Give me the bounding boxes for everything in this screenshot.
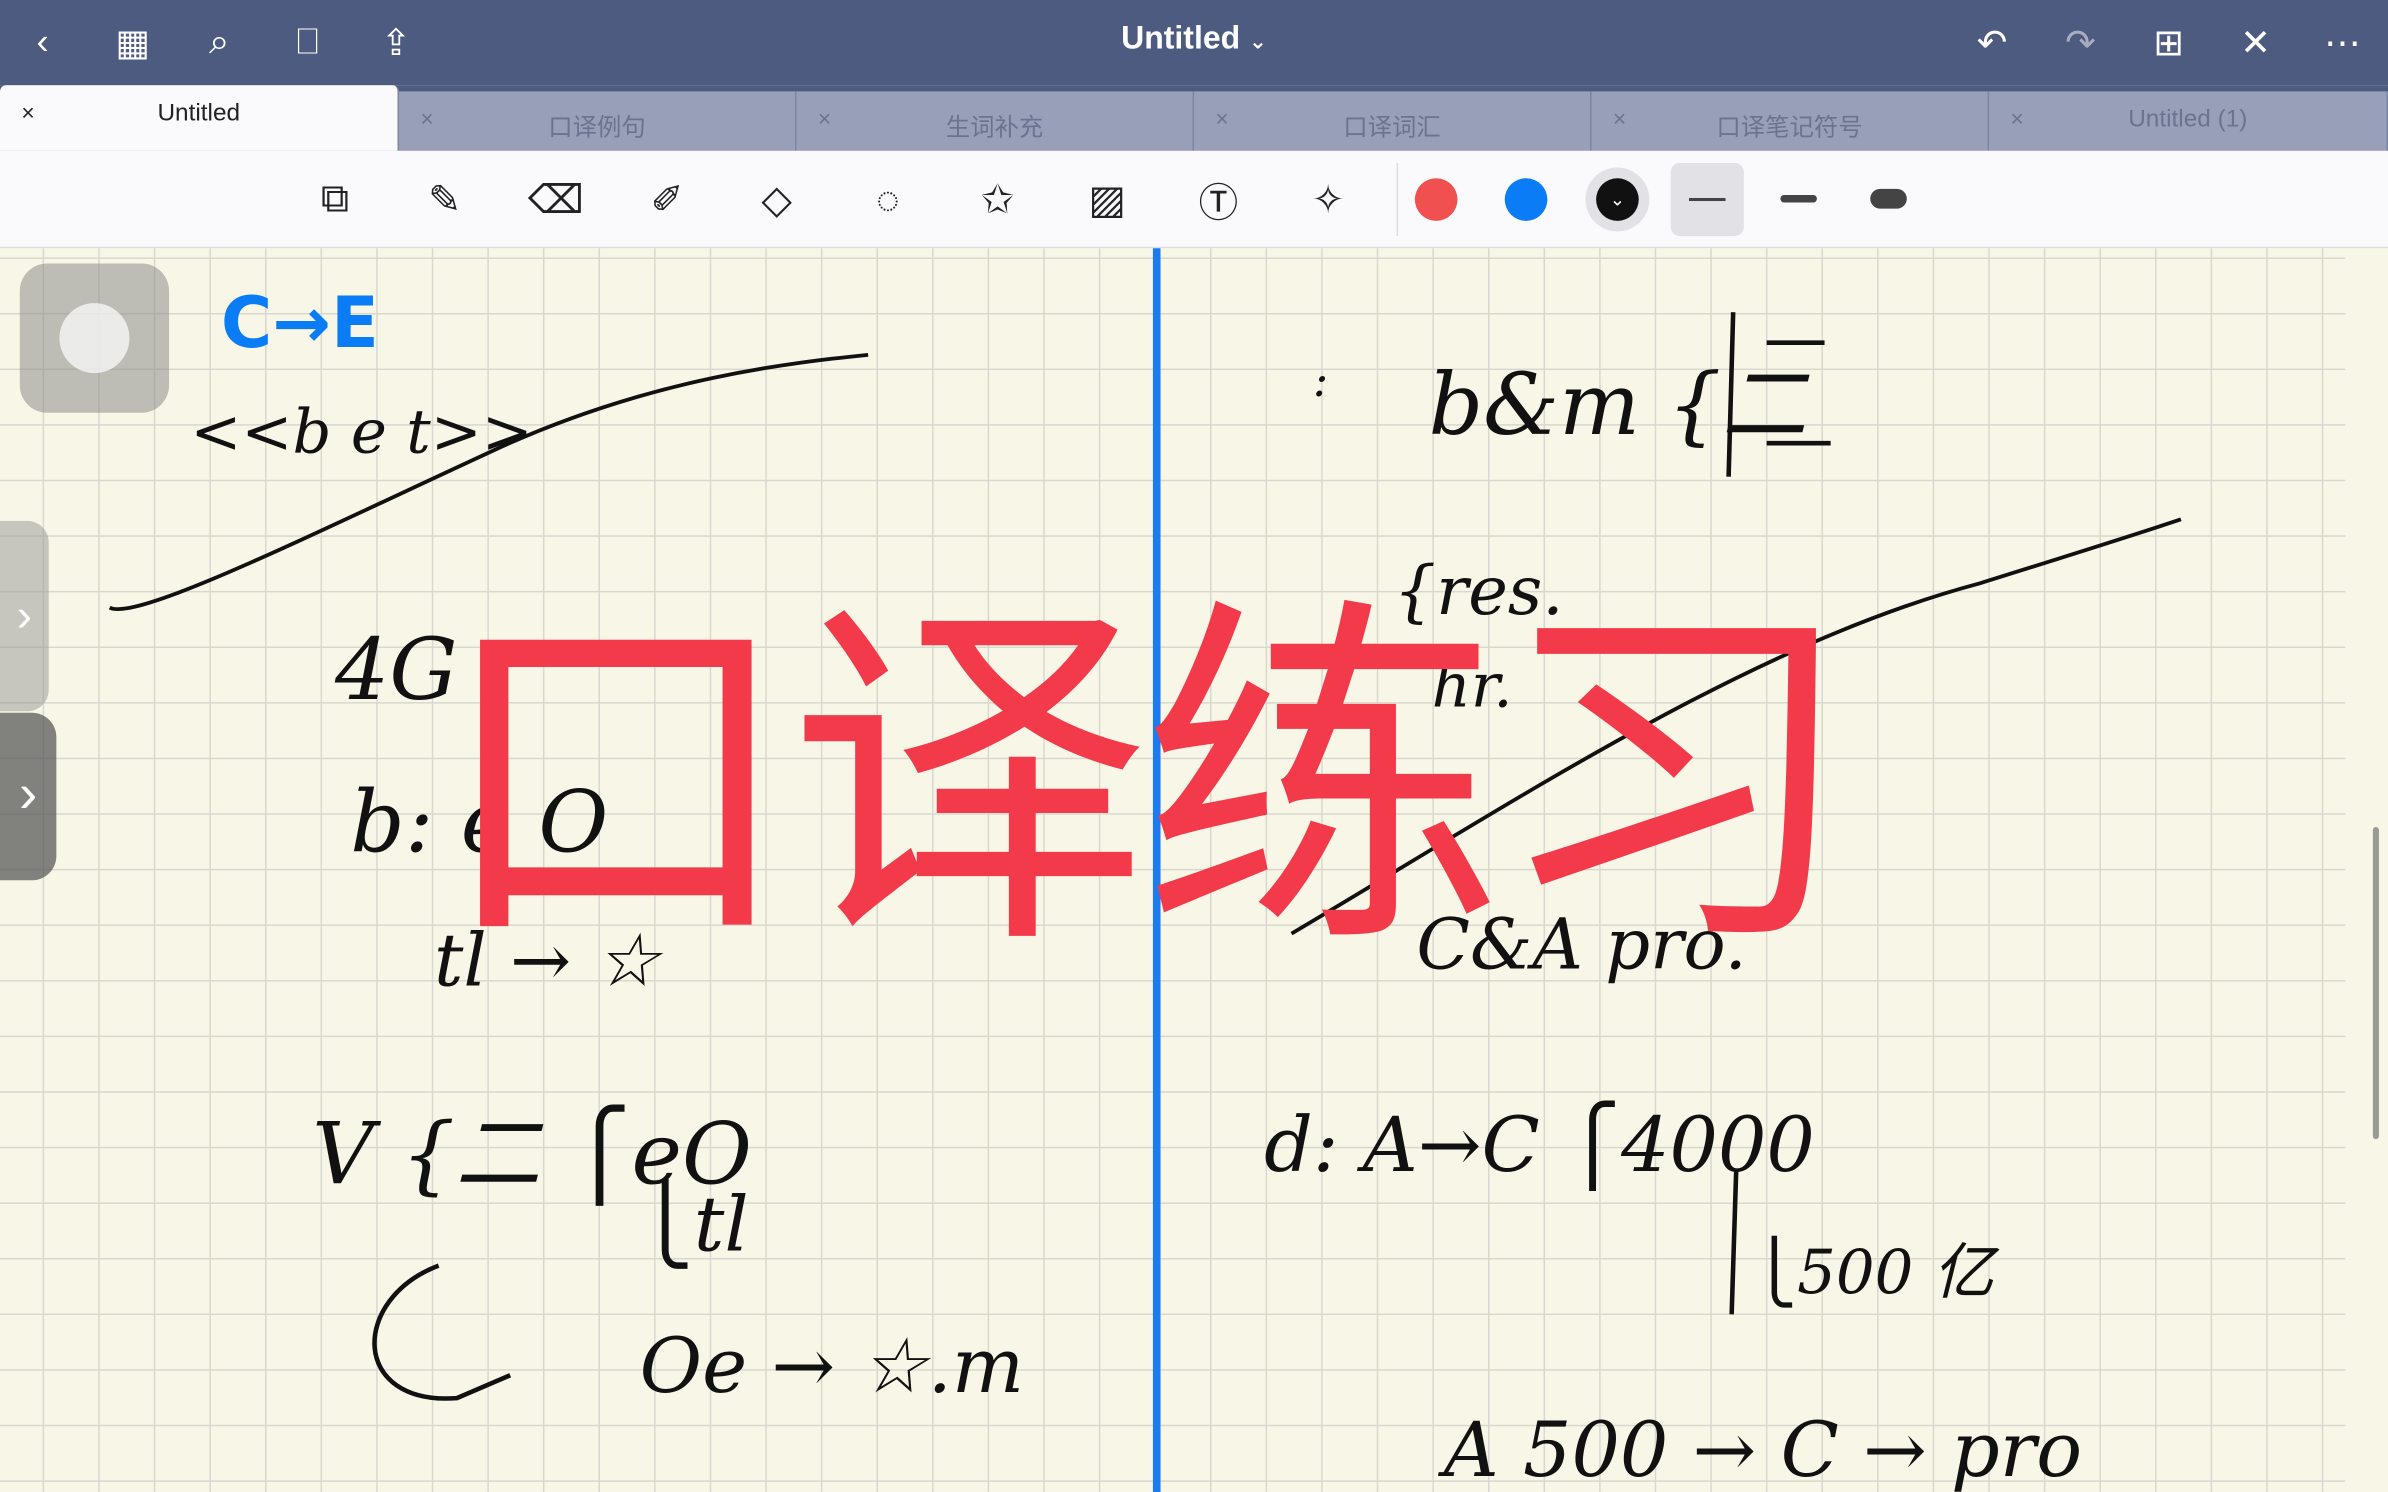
note-line: d: A→C ⎧4000 <box>1264 1101 1815 1190</box>
drawing-toolbar: ⧉ ✎ ⌫ ✐ ◇ ◌ ✩ ▨ Ⓣ ✧ <box>0 150 2388 249</box>
note-line: A 500 → C → pro <box>1443 1405 2083 1492</box>
tab-item[interactable]: × 口译笔记符号 <box>1591 91 1990 151</box>
image-icon[interactable]: ▨ <box>1077 169 1138 230</box>
close-icon[interactable]: × <box>1613 107 1626 133</box>
tab-untitled[interactable]: × Untitled <box>0 85 400 151</box>
close-icon[interactable]: × <box>420 107 433 133</box>
close-icon[interactable]: × <box>21 101 34 127</box>
text-tool-icon[interactable]: Ⓣ <box>1188 169 1249 230</box>
stroke-thin-selected[interactable] <box>1670 162 1744 237</box>
eraser-icon[interactable]: ⌫ <box>525 169 586 230</box>
note-line: <<b e t>> <box>190 397 533 468</box>
page-layout-icon[interactable]: ⧉ <box>305 169 366 230</box>
overlay-title: 口译练习 <box>434 571 1856 993</box>
tab-item[interactable]: × Untitled (1) <box>1989 91 2388 151</box>
tab-item[interactable]: × 口译词汇 <box>1194 91 1592 151</box>
add-page-icon[interactable]: ⊞ <box>2144 18 2193 67</box>
close-icon[interactable]: × <box>818 107 831 133</box>
top-bar: ‹ ▦ ⌕ ⎕ ⇪ Untitled ⌄ ↶ ↷ ⊞ ✕ ⋯ <box>0 0 2388 86</box>
note-line: : <box>1312 354 1329 409</box>
redo-icon[interactable]: ↷ <box>2056 18 2105 67</box>
undo-icon[interactable]: ↶ <box>1968 18 2017 67</box>
divider <box>1396 162 1399 237</box>
tab-bar: × Untitled × 口译例句 × 生词补充 × 口译词汇 × 口译笔记符号 × Unt… <box>0 85 2388 151</box>
close-icon[interactable]: × <box>2010 107 2023 133</box>
stroke-thick[interactable] <box>1870 188 1907 209</box>
note-line: ⎩500 亿 <box>1751 1238 1994 1309</box>
close-icon[interactable]: × <box>1215 107 1228 133</box>
stroke-medium[interactable] <box>1780 194 1817 203</box>
pen-tool-icon[interactable]: ✎ <box>414 169 475 230</box>
highlighter-icon[interactable]: ✐ <box>637 169 698 230</box>
note-heading: C→E <box>220 281 379 364</box>
tab-item[interactable]: × 生词补充 <box>796 91 1195 151</box>
scroll-track <box>2345 248 2388 1492</box>
sticker-icon[interactable]: ✩ <box>967 169 1028 230</box>
note-line: b&m {二 <box>1428 356 1807 456</box>
more-icon[interactable]: ⋯ <box>2318 18 2367 67</box>
side-panel-handle[interactable]: › <box>0 520 49 712</box>
tab-item[interactable]: × 口译例句 <box>399 91 797 151</box>
lasso-icon[interactable]: ◌ <box>857 169 918 230</box>
laser-pointer-icon[interactable]: ✧ <box>1298 169 1359 230</box>
color-blue[interactable] <box>1504 178 1548 221</box>
pen-off-icon[interactable]: ✕ <box>2231 18 2280 67</box>
shapes-icon[interactable]: ◇ <box>746 169 807 230</box>
note-line: ⎩tl <box>636 1180 749 1269</box>
note-line: Oe → ☆.m <box>639 1321 1025 1411</box>
document-title[interactable]: Untitled ⌄ <box>0 21 2388 58</box>
scrollbar[interactable] <box>2372 826 2379 1140</box>
color-black-selected[interactable]: ⌄ <box>1585 167 1650 232</box>
assistive-touch-button[interactable] <box>19 263 170 413</box>
side-expand-handle[interactable]: › <box>0 712 57 881</box>
color-red[interactable] <box>1414 178 1458 221</box>
